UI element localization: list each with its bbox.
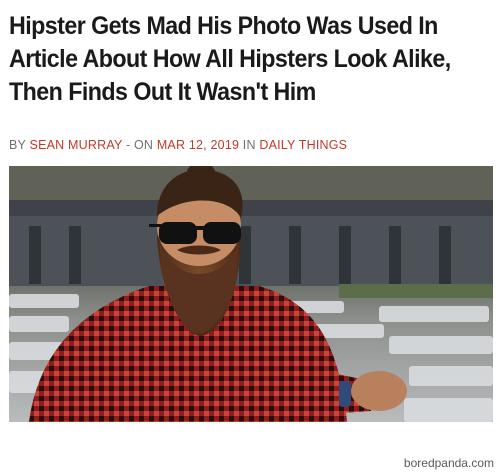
article-byline: BY SEAN MURRAY - ON MAR 12, 2019 IN DAIL… — [9, 138, 347, 153]
hipster-photo-illustration — [9, 166, 493, 422]
article-photo — [9, 166, 493, 422]
boredpanda-watermark: boredpanda.com — [403, 456, 494, 470]
article-headline[interactable]: Hipster Gets Mad His Photo Was Used In A… — [9, 10, 461, 109]
byline-separator: - ON — [122, 138, 157, 152]
author-link[interactable]: SEAN MURRAY — [30, 138, 123, 152]
category-link[interactable]: DAILY THINGS — [259, 138, 347, 152]
byline-prefix: BY — [9, 138, 30, 152]
headline-line-3: Then Finds Out It Wasn't Him — [9, 78, 316, 106]
byline-in: IN — [239, 138, 260, 152]
headline-line-2: Article About How All Hipsters Look Alik… — [9, 45, 451, 73]
sunglasses-icon — [149, 222, 241, 244]
publish-date: MAR 12, 2019 — [156, 138, 240, 152]
headline-line-1: Hipster Gets Mad His Photo Was Used In — [9, 12, 438, 40]
